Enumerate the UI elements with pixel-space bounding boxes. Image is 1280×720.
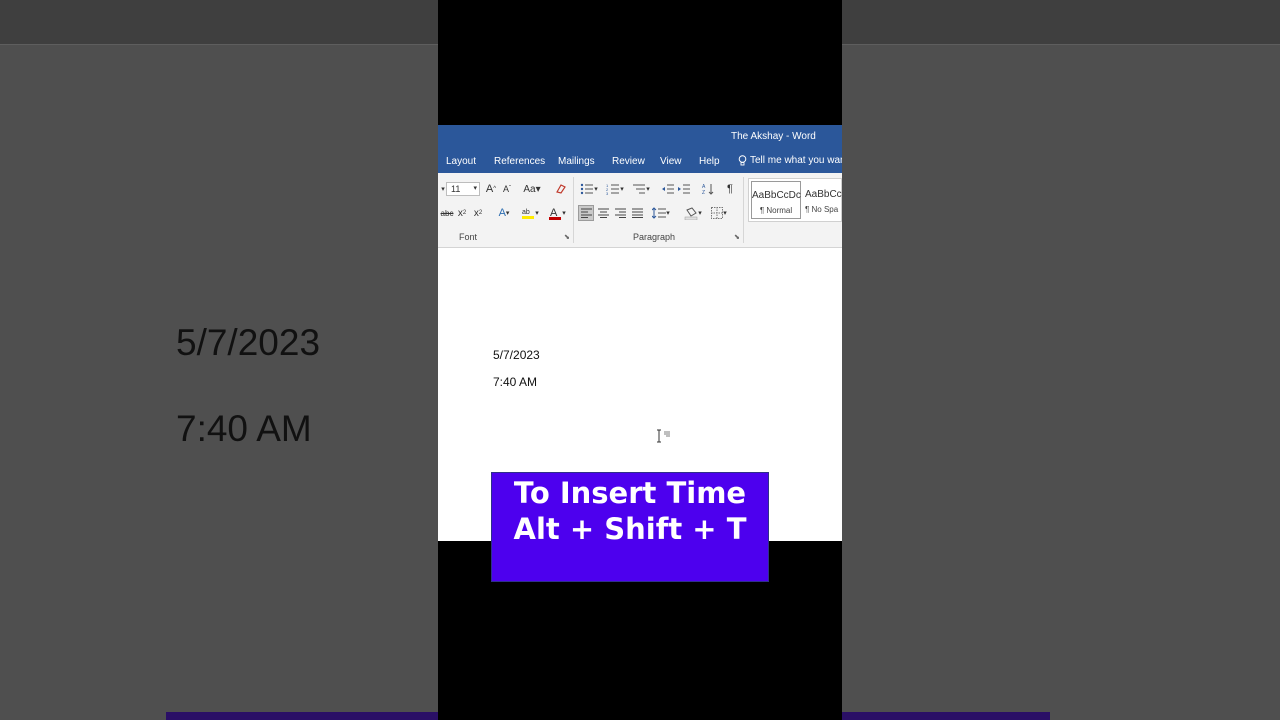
- shading-icon[interactable]: ▾: [682, 205, 704, 221]
- show-formatting-marks-icon[interactable]: ¶: [724, 181, 736, 197]
- ribbon-tabs: Layout References Mailings Review View H…: [438, 149, 842, 173]
- shortcut-caption-box: To Insert Time Alt + Shift + T: [491, 472, 769, 582]
- tab-layout[interactable]: Layout: [446, 156, 476, 167]
- style-name: ¶ Normal: [759, 206, 793, 215]
- style-no-spacing[interactable]: AaBbCc ¶ No Spa: [805, 181, 842, 219]
- svg-text:ab: ab: [522, 209, 530, 216]
- tab-review[interactable]: Review: [612, 156, 645, 167]
- align-left-icon[interactable]: [578, 205, 594, 221]
- style-sample: AaBbCc: [805, 189, 842, 200]
- svg-text:Z: Z: [702, 190, 705, 195]
- align-center-icon[interactable]: [595, 205, 611, 221]
- style-normal[interactable]: AaBbCcDc ¶ Normal: [751, 181, 801, 219]
- ribbon-separator: [743, 177, 744, 243]
- borders-icon[interactable]: ▾: [708, 205, 730, 221]
- line-spacing-icon[interactable]: ▾: [650, 205, 672, 221]
- style-name: ¶ No Spa: [805, 205, 839, 214]
- font-size-box[interactable]: 11 ▾: [446, 182, 480, 196]
- font-dialog-launcher-icon[interactable]: ⬊: [564, 233, 570, 241]
- increase-indent-icon[interactable]: [676, 181, 692, 197]
- subscript-icon[interactable]: x2: [456, 205, 468, 221]
- ribbon-separator: [573, 177, 574, 243]
- strikethrough-icon[interactable]: abc: [440, 205, 454, 221]
- paragraph-dialog-launcher-icon[interactable]: ⬊: [734, 233, 740, 241]
- tab-references[interactable]: References: [494, 156, 545, 167]
- document-title: The Akshay - Word: [731, 131, 816, 142]
- document-date-line: 5/7/2023: [493, 348, 540, 362]
- font-color-icon[interactable]: A ▾: [546, 205, 568, 221]
- svg-text:3: 3: [606, 191, 609, 195]
- paragraph-group-label: Paragraph: [633, 232, 676, 242]
- background-time-text: 7:40 AM: [176, 408, 312, 449]
- bullets-icon[interactable]: ▾: [578, 181, 600, 197]
- tab-help[interactable]: Help: [699, 156, 720, 167]
- ribbon-home: ▾ 11 ▾ A ^ Aˇ Aa▾ abc x2 x2 A ▾ ab ▾ A ▾ Fon…: [438, 173, 842, 248]
- clear-formatting-icon[interactable]: [554, 181, 568, 197]
- change-case-icon[interactable]: Aa▾: [522, 181, 542, 197]
- align-right-icon[interactable]: [612, 205, 628, 221]
- justify-icon[interactable]: [629, 205, 645, 221]
- numbering-icon[interactable]: 1 2 3 ▾: [604, 181, 626, 197]
- highlight-color-icon[interactable]: ab ▾: [520, 205, 540, 221]
- shrink-font-icon[interactable]: Aˇ: [500, 181, 514, 197]
- background-date-text: 5/7/2023: [176, 322, 321, 363]
- title-bar: The Akshay - Word: [438, 125, 842, 149]
- style-sample: AaBbCcDc: [752, 190, 801, 201]
- chevron-down-icon: ▾: [473, 185, 477, 192]
- tell-me-label: Tell me what you want: [750, 155, 842, 166]
- styles-gallery: AaBbCcDc ¶ Normal AaBbCc ¶ No Spa: [748, 178, 842, 222]
- video-column: The Akshay - Word Layout References Mail…: [438, 0, 842, 720]
- decrease-indent-icon[interactable]: [660, 181, 676, 197]
- caption-line-1: To Insert Time: [513, 476, 747, 510]
- lightbulb-icon: [738, 155, 747, 166]
- font-group-label: Font: [459, 232, 478, 242]
- document-time-line: 7:40 AM: [493, 375, 538, 389]
- superscript-icon[interactable]: x2: [472, 205, 484, 221]
- multilevel-list-icon[interactable]: ▾: [630, 181, 652, 197]
- font-size-value: 11: [451, 184, 461, 194]
- grow-font-icon[interactable]: A ^: [484, 181, 498, 197]
- tab-mailings[interactable]: Mailings: [558, 156, 595, 167]
- text-effects-icon[interactable]: A ▾: [494, 205, 514, 221]
- sort-icon[interactable]: AZ: [700, 181, 716, 197]
- caption-line-2: Alt + Shift + T: [513, 512, 747, 546]
- text-cursor-icon: [654, 429, 672, 446]
- tell-me-search[interactable]: Tell me what you want: [738, 155, 842, 166]
- tab-view[interactable]: View: [660, 156, 682, 167]
